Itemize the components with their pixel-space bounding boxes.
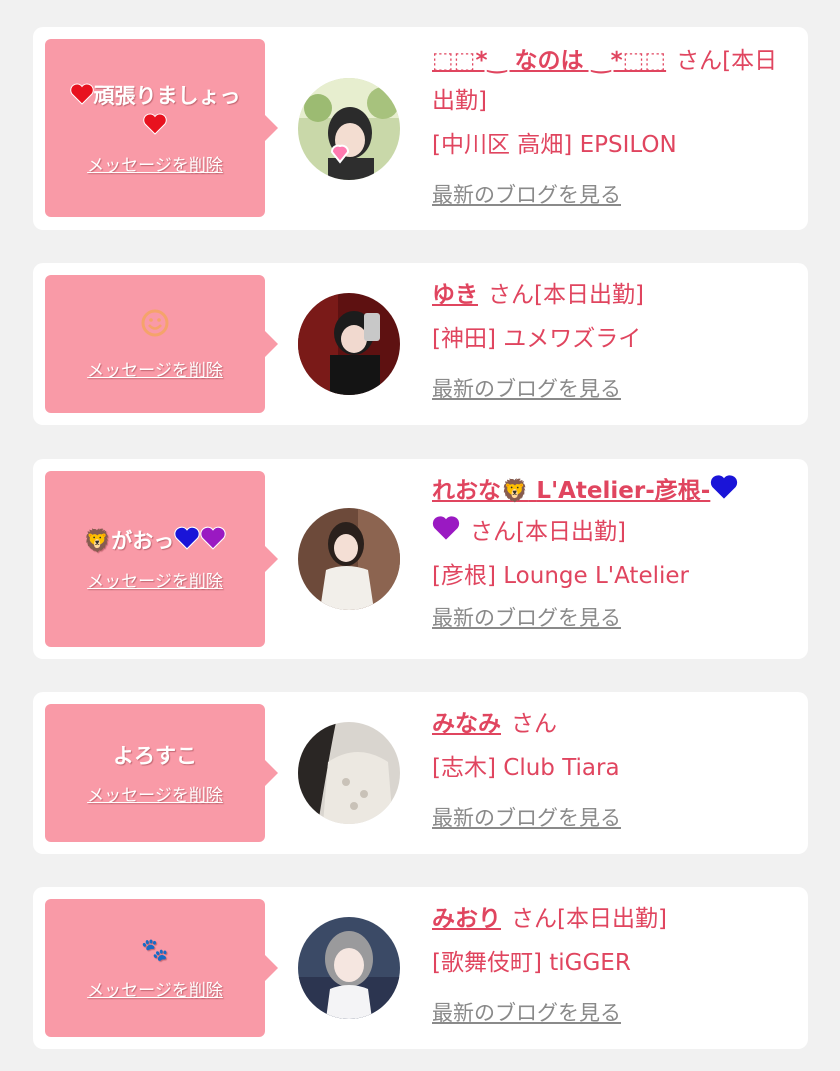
- message-bubble: 頑張りましょっ メッセージを削除: [45, 39, 278, 217]
- smiley-icon: [141, 309, 169, 336]
- cast-name-tail: L'Atelier-彦根-: [536, 478, 711, 504]
- red-heart-icon: [143, 113, 167, 135]
- cast-name-link[interactable]: みおり: [432, 906, 501, 932]
- avatar[interactable]: [298, 917, 400, 1019]
- latest-blog-link[interactable]: 最新のブログを見る: [432, 373, 621, 403]
- cast-name-link[interactable]: ⬚⬚*‿ なのは ‿*⬚⬚: [432, 48, 666, 74]
- message-card: 🦁がおっ メッセージを削除 れおな🦁 L'Atelier-彦根- さん[本日出勤…: [33, 459, 808, 659]
- cast-name-text: れおな: [432, 478, 501, 504]
- latest-blog-link[interactable]: 最新のブログを見る: [432, 179, 621, 209]
- lion-icon: 🦁: [501, 479, 529, 504]
- message-bubble: 🐾 メッセージを削除: [45, 899, 278, 1037]
- message-card: メッセージを削除 ゆき さん[本日出勤] [神田] ユメワズライ 最新のブログを見…: [33, 263, 808, 425]
- message-text: [126, 308, 184, 346]
- message-text: 🦁がおっ: [70, 526, 240, 557]
- purple-heart-icon: [200, 526, 226, 550]
- message-bubble: よろすこ メッセージを削除: [45, 704, 278, 842]
- delete-message-link[interactable]: メッセージを削除: [87, 567, 223, 592]
- blue-heart-icon: [711, 475, 738, 499]
- blue-heart-icon: [174, 526, 200, 550]
- avatar[interactable]: [298, 78, 400, 180]
- shop-text: [歌舞伎町] tiGGER: [432, 950, 631, 976]
- message-card: 🐾 メッセージを削除 みおり さん[本日出勤] [歌舞伎町] tiGGER 最新の…: [33, 887, 808, 1049]
- message-text: 頑張りましょっ: [56, 81, 255, 141]
- message-bubble: メッセージを削除: [45, 275, 278, 413]
- status-text: さん: [511, 711, 557, 737]
- message-card: 頑張りましょっ メッセージを削除 ⬚⬚*‿ なのは ‿*⬚⬚ さん[本日出勤] […: [33, 27, 808, 230]
- status-text: さん[本日出勤]: [511, 906, 667, 932]
- shop-text: [志木] Club Tiara: [432, 755, 620, 781]
- status-text: さん[本日出勤]: [470, 519, 626, 545]
- cast-name-link[interactable]: みなみ: [432, 711, 501, 737]
- latest-blog-link[interactable]: 最新のブログを見る: [432, 602, 621, 632]
- delete-message-link[interactable]: メッセージを削除: [87, 976, 223, 1001]
- avatar[interactable]: [298, 722, 400, 824]
- cast-name-link[interactable]: れおな🦁 L'Atelier-彦根-: [432, 475, 738, 504]
- message-card: よろすこ メッセージを削除 みなみ さん [志木] Club Tiara 最新のブ…: [33, 692, 808, 854]
- avatar[interactable]: [298, 293, 400, 395]
- profile-info: みおり さん[本日出勤] [歌舞伎町] tiGGER 最新のブログを見る: [432, 899, 790, 1027]
- latest-blog-link[interactable]: 最新のブログを見る: [432, 997, 621, 1027]
- message-bubble: 🦁がおっ メッセージを削除: [45, 471, 278, 647]
- shop-text: [神田] ユメワズライ: [432, 326, 642, 352]
- paw-icon: 🐾: [141, 938, 169, 963]
- red-heart-icon: [69, 83, 94, 105]
- latest-blog-link[interactable]: 最新のブログを見る: [432, 802, 621, 832]
- lion-icon: 🦁: [83, 529, 112, 554]
- message-text: よろすこ: [99, 741, 211, 771]
- status-text: さん[本日出勤]: [488, 282, 644, 308]
- delete-message-link[interactable]: メッセージを削除: [87, 356, 223, 381]
- profile-info: れおな🦁 L'Atelier-彦根- さん[本日出勤] [彦根] Lounge …: [432, 471, 790, 632]
- message-list: 頑張りましょっ メッセージを削除 ⬚⬚*‿ なのは ‿*⬚⬚ さん[本日出勤] […: [0, 0, 840, 1071]
- shop-text: [彦根] Lounge L'Atelier: [432, 563, 689, 589]
- cast-name-link[interactable]: ゆき: [432, 282, 478, 308]
- delete-message-link[interactable]: メッセージを削除: [87, 781, 223, 806]
- profile-info: ゆき さん[本日出勤] [神田] ユメワズライ 最新のブログを見る: [432, 275, 790, 403]
- purple-heart-icon: [432, 516, 460, 540]
- avatar[interactable]: [298, 508, 400, 610]
- profile-info: ⬚⬚*‿ なのは ‿*⬚⬚ さん[本日出勤] [中川区 高畑] EPSILON 最…: [432, 41, 790, 209]
- message-text: 🐾: [127, 935, 182, 966]
- message-body: よろすこ: [113, 743, 197, 768]
- shop-text: [中川区 高畑] EPSILON: [432, 132, 677, 158]
- message-body: 頑張りましょっ: [93, 83, 241, 108]
- profile-info: みなみ さん [志木] Club Tiara 最新のブログを見る: [432, 704, 790, 832]
- message-body: がおっ: [111, 529, 175, 553]
- delete-message-link[interactable]: メッセージを削除: [87, 151, 223, 176]
